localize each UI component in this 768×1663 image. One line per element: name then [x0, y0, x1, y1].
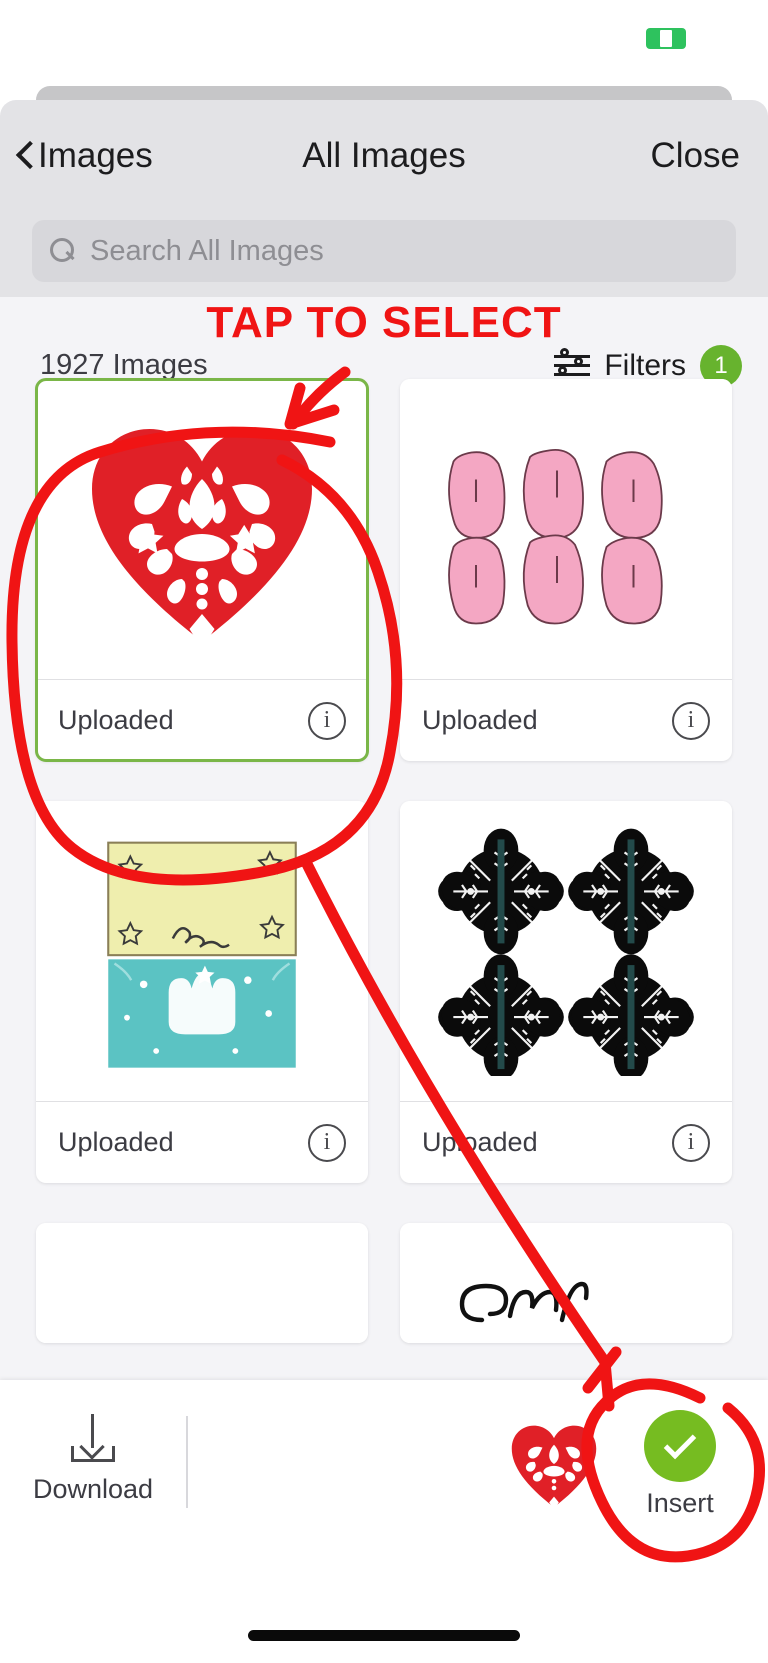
image-card-partial-signature[interactable] — [400, 1223, 732, 1343]
cards-set-icon — [107, 841, 297, 1068]
search-placeholder: Search All Images — [90, 234, 324, 267]
status-bar — [0, 0, 768, 62]
card-artwork — [400, 1223, 732, 1343]
battery-charging-icon — [646, 28, 692, 50]
card-source-label: Uploaded — [422, 1127, 538, 1157]
check-circle-icon — [644, 1410, 716, 1482]
results-bar: 1927 Images Filters 1 — [0, 297, 768, 387]
download-button[interactable]: Download — [33, 1410, 153, 1505]
card-source-label: Uploaded — [58, 705, 174, 735]
card-footer: Uploaded i — [36, 679, 368, 761]
download-label: Download — [32, 1474, 154, 1504]
filters-label: Filters — [604, 349, 686, 382]
card-source-label: Uploaded — [422, 705, 538, 735]
image-count-label: 1927 Images — [40, 349, 208, 381]
image-card-heart[interactable]: Uploaded i — [35, 378, 369, 762]
search-input[interactable]: Search All Images — [32, 220, 736, 282]
sliders-icon — [554, 348, 591, 380]
decorative-heart-icon — [92, 429, 312, 649]
search-icon — [50, 238, 76, 264]
image-card-cards-set[interactable]: Uploaded i — [36, 801, 368, 1183]
card-artwork — [400, 801, 732, 1101]
card-artwork — [36, 379, 368, 679]
image-card-partial-blank[interactable] — [36, 1223, 368, 1343]
pink-apples-icon — [448, 448, 663, 625]
selected-image-thumbnail[interactable] — [506, 1416, 602, 1512]
image-grid: Uploaded i Uploaded i Uploaded i Uploade… — [0, 378, 768, 1479]
bottom-toolbar: Download Insert — [0, 1380, 768, 1663]
decorative-heart-thumb-icon — [511, 1425, 597, 1511]
nav-header: Images All Images Close Search All Image… — [0, 100, 768, 297]
card-footer: Uploaded i — [36, 1101, 368, 1183]
info-icon[interactable]: i — [308, 701, 346, 740]
toolbar-divider — [186, 1416, 188, 1508]
black-rosettes-icon — [436, 827, 696, 1076]
script-signature-icon — [459, 1281, 589, 1323]
info-icon[interactable]: i — [672, 1123, 710, 1162]
close-button[interactable]: Close — [651, 136, 740, 176]
info-icon[interactable]: i — [672, 701, 710, 740]
insert-label: Insert — [646, 1488, 714, 1518]
card-footer: Uploaded i — [400, 679, 732, 761]
card-source-label: Uploaded — [58, 1127, 174, 1157]
info-icon[interactable]: i — [308, 1123, 346, 1162]
card-artwork — [36, 1223, 368, 1343]
download-icon — [65, 1410, 121, 1466]
image-card-apples[interactable]: Uploaded i — [400, 379, 732, 761]
card-artwork — [400, 379, 732, 679]
image-card-rosettes[interactable]: Uploaded i — [400, 801, 732, 1183]
card-footer: Uploaded i — [400, 1101, 732, 1183]
screen: Images All Images Close Search All Image… — [0, 0, 768, 1663]
card-artwork — [36, 801, 368, 1101]
insert-button[interactable]: Insert — [622, 1410, 738, 1519]
home-indicator — [248, 1630, 520, 1641]
